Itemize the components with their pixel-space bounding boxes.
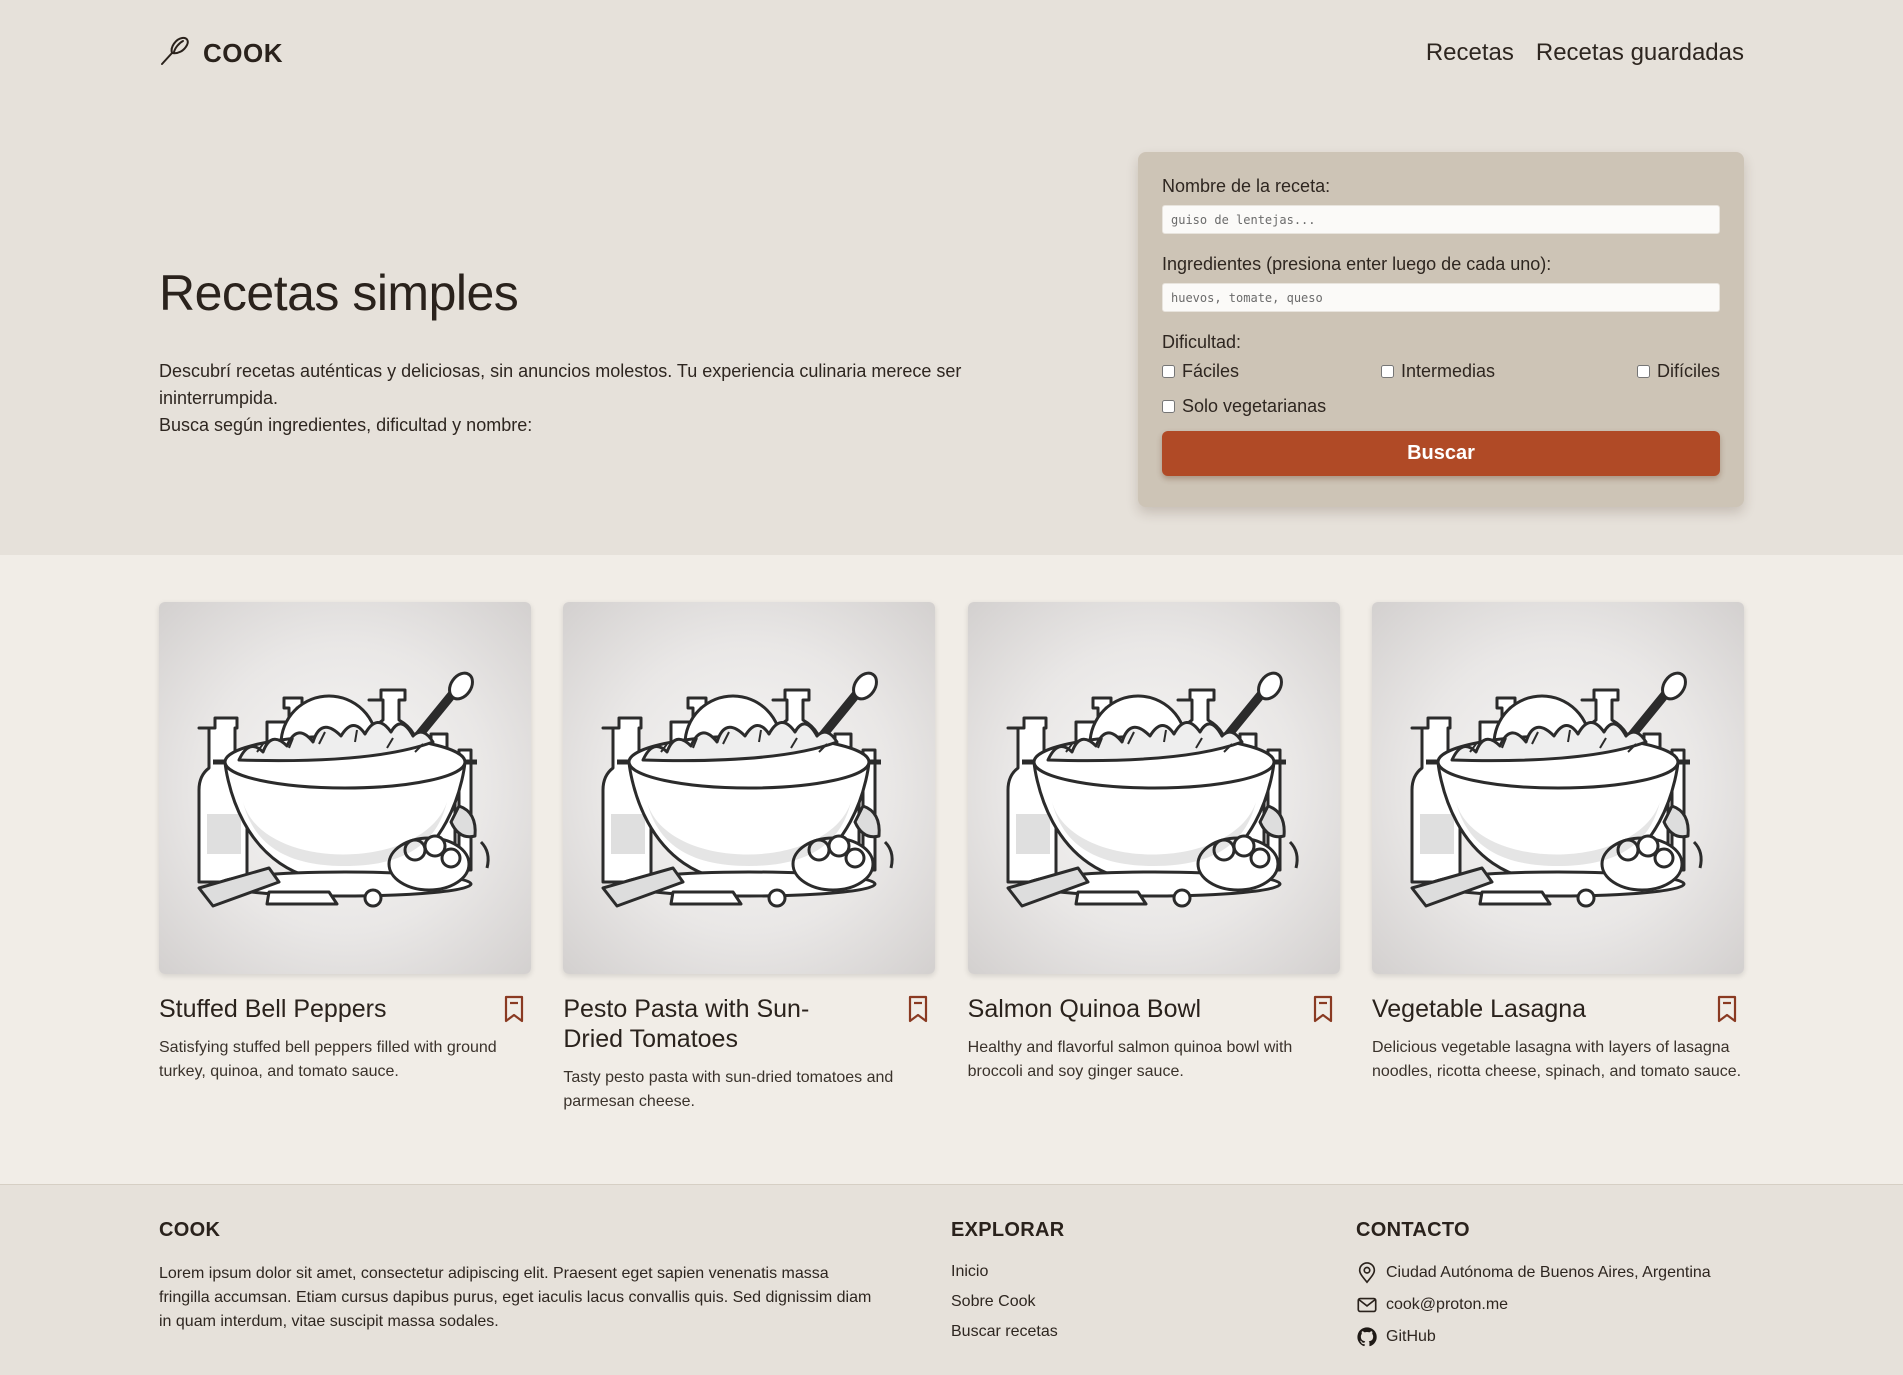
footer-link-inicio[interactable]: Inicio [951,1262,1356,1282]
footer-explore-heading: EXPLORAR [951,1219,1065,1241]
difficulty-medium-option[interactable]: Intermedias [1380,361,1496,382]
difficulty-hard-checkbox[interactable] [1636,365,1650,378]
footer-about-text: Lorem ipsum dolor sit amet, consectetur … [159,1265,872,1330]
whisk-icon [159,35,191,72]
mail-icon [1357,1297,1377,1313]
footer-explore: EXPLORAR Inicio Sobre Cook Buscar receta… [951,1219,1356,1358]
footer: COOK Lorem ipsum dolor sit amet, consect… [0,1184,1903,1375]
recipe-name-input[interactable] [1162,205,1720,234]
difficulty-easy-checkbox[interactable] [1162,365,1175,378]
brand-name: COOK [203,37,283,68]
footer-about-heading: COOK [159,1219,221,1241]
bookmark-icon[interactable] [1311,994,1335,1024]
difficulty-hard-label: Difíciles [1656,361,1720,381]
recipe-card-list: Stuffed Bell Peppers Satisfying stuffed … [159,602,1744,1114]
footer-about: COOK Lorem ipsum dolor sit amet, consect… [159,1219,951,1358]
vegetarian-row: Solo vegetarianas [1162,396,1720,417]
contact-github-text[interactable]: GitHub [1386,1328,1436,1346]
search-button[interactable]: Buscar [1162,431,1720,476]
bookmark-icon[interactable] [1715,994,1739,1024]
recipe-card[interactable]: Salmon Quinoa Bowl Healthy and flavorful… [967,602,1340,1114]
hero-description-line-2: Busca según ingredientes, dificultad y n… [159,415,533,435]
recipe-image[interactable] [1371,602,1744,974]
recipe-cards-section: Stuffed Bell Peppers Satisfying stuffed … [0,555,1903,1184]
recipe-name-label: Nombre de la receta: [1162,176,1331,196]
footer-contact: CONTACTO Ciudad Autónoma de Buenos Aires… [1356,1219,1744,1358]
vegetarian-label: Solo vegetarianas [1182,396,1327,416]
hero-intro: Recetas simples Descubrí recetas auténti… [159,106,1079,507]
difficulty-medium-checkbox[interactable] [1380,365,1394,378]
contact-email[interactable]: cook@proton.me [1356,1294,1744,1316]
vegetarian-checkbox[interactable] [1162,400,1175,413]
footer-link-buscar-recetas[interactable]: Buscar recetas [951,1322,1356,1342]
recipe-card[interactable]: Pesto Pasta with Sun-Dried Tomatoes Tast… [563,602,936,1114]
hero-description-line-1: Descubrí recetas auténticas y deliciosas… [159,361,962,408]
recipe-title[interactable]: Pesto Pasta with Sun-Dried Tomatoes [563,994,863,1054]
recipe-image[interactable] [967,602,1340,974]
recipe-card[interactable]: Vegetable Lasagna Delicious vegetable la… [1371,602,1744,1114]
page-title: Recetas simples [159,265,519,321]
contact-email-text[interactable]: cook@proton.me [1386,1296,1508,1314]
github-icon [1357,1327,1377,1347]
nav-link-recetas[interactable]: Recetas [1426,39,1514,67]
recipe-card[interactable]: Stuffed Bell Peppers Satisfying stuffed … [159,602,531,1114]
nav-links: Recetas Recetas guardadas [1426,39,1744,67]
recipe-description: Healthy and flavorful salmon quinoa bowl… [967,1039,1293,1080]
brand-logo[interactable]: COOK [159,35,283,72]
recipe-title[interactable]: Stuffed Bell Peppers [159,994,459,1024]
location-pin-icon [1358,1262,1376,1284]
navbar: COOK Recetas Recetas guardadas [159,0,1744,106]
difficulty-hard-option[interactable]: Difíciles [1636,361,1720,382]
difficulty-label: Dificultad: [1162,332,1242,352]
difficulty-easy-option[interactable]: Fáciles [1162,361,1239,382]
footer-link-sobre-cook[interactable]: Sobre Cook [951,1292,1356,1312]
search-form: Nombre de la receta: Ingredientes (presi… [1138,152,1744,507]
recipe-description: Tasty pesto pasta with sun-dried tomatoe… [563,1069,894,1110]
bookmark-icon[interactable] [906,994,930,1024]
hero-description: Descubrí recetas auténticas y deliciosas… [159,358,1079,439]
ingredients-label: Ingredientes (presiona enter luego de ca… [1162,254,1552,274]
vegetarian-option[interactable]: Solo vegetarianas [1162,396,1720,417]
hero-section: COOK Recetas Recetas guardadas Recetas s… [0,0,1903,555]
difficulty-medium-label: Intermedias [1400,361,1496,381]
recipe-description: Satisfying stuffed bell peppers filled w… [159,1039,497,1080]
difficulty-easy-label: Fáciles [1182,361,1240,381]
recipe-description: Delicious vegetable lasagna with layers … [1371,1039,1742,1080]
recipe-title[interactable]: Vegetable Lasagna [1372,994,1672,1024]
contact-github[interactable]: GitHub [1356,1326,1744,1348]
recipe-image[interactable] [563,602,936,974]
ingredients-input[interactable] [1162,283,1720,312]
nav-link-recetas-guardadas[interactable]: Recetas guardadas [1536,39,1744,67]
contact-location: Ciudad Autónoma de Buenos Aires, Argenti… [1356,1262,1744,1284]
recipe-title[interactable]: Salmon Quinoa Bowl [968,994,1268,1024]
footer-contact-heading: CONTACTO [1356,1219,1470,1241]
recipe-image[interactable] [159,602,531,974]
bookmark-icon[interactable] [502,994,526,1024]
contact-location-text: Ciudad Autónoma de Buenos Aires, Argenti… [1386,1264,1711,1281]
difficulty-options: Fáciles Intermedias Difíciles [1162,361,1720,382]
